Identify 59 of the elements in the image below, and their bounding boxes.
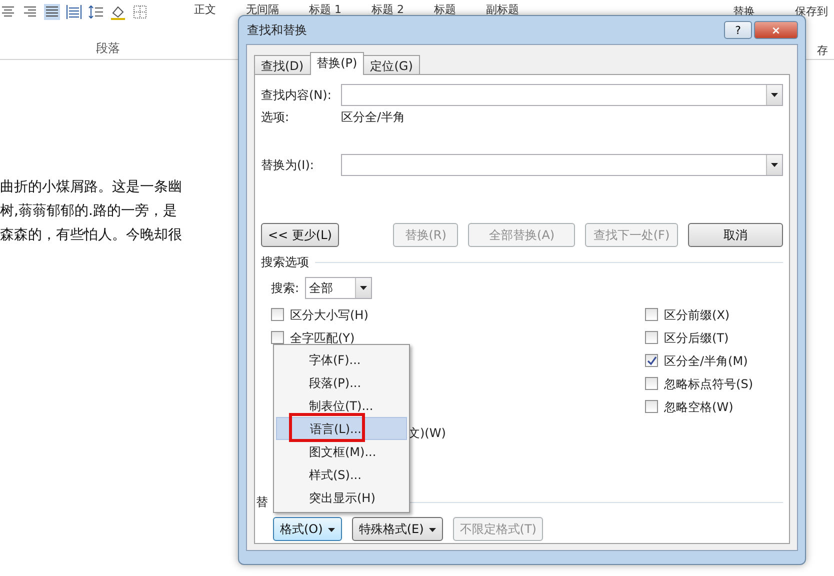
checkbox[interactable] bbox=[645, 400, 658, 413]
checkbox-label: 区分后缀(T) bbox=[664, 330, 729, 346]
document-text: 树,蓊蓊郁郁的.路的一旁，是 bbox=[0, 202, 178, 221]
borders-icon[interactable] bbox=[132, 4, 148, 20]
checkbox-label: 区分前缀(X) bbox=[664, 306, 730, 324]
group-label: 段落 bbox=[96, 40, 120, 57]
caret-icon[interactable] bbox=[328, 528, 335, 532]
window-title: 查找和替换 bbox=[247, 22, 308, 39]
group-label: 存 bbox=[817, 42, 828, 58]
style-gallery-item[interactable]: 标题 2 bbox=[372, 2, 404, 18]
menu-item[interactable]: 突出显示(H) bbox=[276, 486, 407, 509]
dialog-button[interactable]: 取消 bbox=[688, 223, 784, 247]
checkbox-label: 忽略标点符号(S) bbox=[664, 376, 753, 392]
field-label: 查找内容(N): bbox=[261, 87, 332, 104]
search-scope-field[interactable]: 全部 bbox=[305, 277, 372, 299]
dropdown-arrow-icon[interactable] bbox=[770, 162, 779, 168]
help-button[interactable]: ? bbox=[724, 21, 752, 39]
document-text: 森森的，有些怕人。今晚却很 bbox=[0, 226, 182, 245]
style-gallery-item[interactable]: 标题 bbox=[434, 2, 456, 18]
section-title: 搜索选项 bbox=[261, 254, 309, 271]
document-text: 曲折的小煤屑路。这是一条幽 bbox=[0, 178, 182, 197]
menu-item[interactable]: 段落(P)... bbox=[276, 371, 407, 394]
checkbox-label: 忽略空格(W) bbox=[664, 398, 734, 416]
checkbox-label: 区分大小写(H) bbox=[290, 306, 368, 324]
checkbox-label: 区分全/半角(M) bbox=[664, 352, 748, 370]
section-title: 替 bbox=[256, 494, 268, 511]
format-button[interactable]: 特殊格式(E) bbox=[352, 517, 443, 541]
checkbox[interactable] bbox=[271, 308, 284, 321]
dropdown-arrow-icon[interactable] bbox=[770, 92, 779, 98]
checkbox-label: 全字匹配(Y) bbox=[290, 330, 355, 346]
tab[interactable]: 定位(G) bbox=[363, 55, 420, 75]
menu-item[interactable]: 图文框(M)... bbox=[276, 440, 407, 463]
style-gallery-item[interactable]: 正文 bbox=[194, 2, 216, 18]
checkbox[interactable] bbox=[645, 308, 658, 321]
options-value: 区分全/半角 bbox=[341, 109, 406, 126]
tab[interactable]: 替换(P) bbox=[310, 52, 364, 75]
menu-item[interactable]: 语言(L)... bbox=[276, 417, 407, 440]
format-button[interactable]: 格式(O) bbox=[273, 517, 342, 541]
distribute-icon[interactable] bbox=[66, 4, 82, 20]
dropdown-arrow-icon[interactable] bbox=[359, 285, 368, 291]
search-label: 搜索: bbox=[271, 280, 300, 297]
menu-item[interactable]: 字体(F)... bbox=[276, 348, 407, 371]
style-gallery-item[interactable]: 无间隔 bbox=[246, 2, 279, 18]
replace-field[interactable] bbox=[341, 154, 783, 176]
caret-icon[interactable] bbox=[428, 528, 436, 532]
less-button[interactable]: << 更少(L) bbox=[261, 223, 339, 247]
checkbox[interactable] bbox=[645, 377, 658, 390]
checkbox[interactable] bbox=[645, 331, 658, 344]
menu-item[interactable]: 制表位(T)... bbox=[276, 394, 407, 417]
line-spacing-icon[interactable] bbox=[88, 4, 104, 20]
tab[interactable]: 查找(D) bbox=[254, 55, 311, 75]
options-label: 选项: bbox=[261, 109, 290, 126]
checkbox[interactable] bbox=[271, 331, 284, 344]
menu-item[interactable]: 样式(S)... bbox=[276, 463, 407, 486]
field-label: 替换为(I): bbox=[261, 157, 315, 174]
justify-icon[interactable] bbox=[44, 4, 60, 20]
find-field[interactable] bbox=[341, 84, 783, 106]
style-gallery-item[interactable]: 副标题 bbox=[486, 2, 519, 18]
style-gallery-item[interactable]: 标题 1 bbox=[309, 2, 342, 18]
